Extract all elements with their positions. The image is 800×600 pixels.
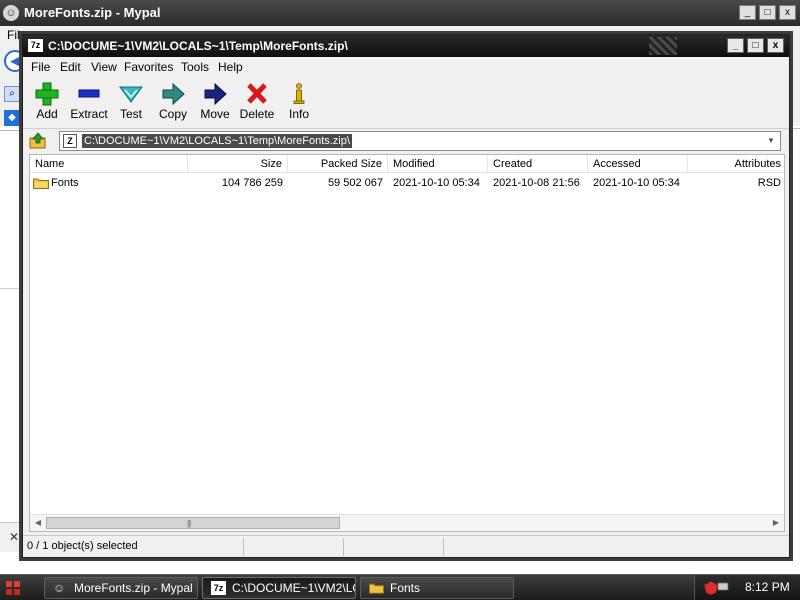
toolbar: Add Extract Test Copy Move Delete Info (23, 78, 789, 126)
address-bar: Z C:\DOCUME~1\VM2\LOCALS~1\Temp\MoreFont… (23, 128, 789, 152)
file-manager-window: 7z C:\DOCUME~1\VM2\LOCALS~1\Temp\MoreFon… (22, 34, 790, 558)
check-chevron-icon (119, 86, 143, 103)
test-button[interactable]: Test (109, 80, 153, 124)
taskbar-item-mypal[interactable]: ☺ MoreFonts.zip - Mypal (44, 577, 198, 599)
7zip-icon: 7z (28, 39, 43, 52)
background-close-icon[interactable]: ✕ (9, 530, 19, 544)
taskbar-item-fonts[interactable]: Fonts (360, 577, 514, 599)
clock[interactable]: 8:12 PM (745, 580, 790, 594)
background-maximize-button[interactable]: □ (759, 5, 776, 20)
background-minimize-button[interactable]: _ (739, 5, 756, 20)
add-button[interactable]: Add (25, 80, 69, 124)
minimize-button[interactable]: _ (727, 38, 744, 53)
column-header-created[interactable]: Created (488, 155, 588, 173)
plus-icon (35, 82, 59, 106)
mypal-icon: ☺ (53, 581, 66, 595)
taskbar-item-label: MoreFonts.zip - Mypal (74, 581, 193, 595)
minus-icon (78, 89, 100, 98)
info-button[interactable]: Info (277, 80, 321, 124)
extract-button[interactable]: Extract (67, 80, 111, 124)
mypal-icon: ☺ (3, 5, 19, 21)
background-search-icon[interactable]: ⌕ (4, 86, 20, 102)
background-window-title: MoreFonts.zip - Mypal (24, 5, 161, 20)
menu-help[interactable]: Help (218, 60, 243, 74)
row-size: 104 786 259 (221, 177, 283, 189)
column-header-name[interactable]: Name (30, 155, 188, 173)
x-icon (247, 83, 267, 104)
scroll-left-icon[interactable]: ◀ (32, 517, 44, 529)
add-label: Add (36, 107, 58, 121)
start-button[interactable] (4, 579, 22, 597)
menu-favorites[interactable]: Favorites (124, 60, 173, 74)
address-field[interactable]: Z C:\DOCUME~1\VM2\LOCALS~1\Temp\MoreFont… (59, 131, 781, 151)
column-header-packed-size[interactable]: Packed Size (288, 155, 388, 173)
folder-icon (369, 583, 384, 594)
extract-label: Extract (70, 107, 108, 121)
status-separator (343, 538, 344, 556)
table-row[interactable]: Fonts 104 786 259 59 502 067 2021-10-10 … (30, 174, 784, 192)
7zip-icon: 7z (211, 581, 226, 595)
network-icon[interactable] (717, 581, 729, 593)
column-header-size[interactable]: Size (188, 155, 288, 173)
copy-button[interactable]: Copy (151, 80, 195, 124)
taskbar-item-label: Fonts (390, 581, 421, 595)
maximize-button[interactable]: □ (747, 38, 764, 53)
horizontal-scrollbar[interactable]: ◀ ||| ▶ (30, 514, 784, 531)
scroll-right-icon[interactable]: ▶ (770, 517, 782, 529)
column-header-accessed[interactable]: Accessed (588, 155, 688, 173)
taskbar-item-label: C:\DOCUME~1\VM2\LO... (232, 581, 355, 595)
file-list-header: Name Size Packed Size Modified Created A… (30, 155, 784, 173)
titlebar-pattern (649, 37, 677, 55)
column-header-modified[interactable]: Modified (388, 155, 488, 173)
info-icon (293, 83, 305, 104)
menu-tools[interactable]: Tools (181, 60, 209, 74)
status-separator (443, 538, 444, 556)
status-separator (243, 538, 244, 556)
info-label: Info (288, 107, 309, 121)
up-folder-icon[interactable] (29, 132, 47, 150)
row-attributes: RSD (757, 177, 781, 189)
background-dropbox-icon[interactable]: ◆ (4, 110, 20, 126)
move-label: Move (200, 107, 230, 121)
background-window-titlebar[interactable]: ☺ MoreFonts.zip - Mypal _ □ x (0, 0, 800, 26)
window-titlebar[interactable]: 7z C:\DOCUME~1\VM2\LOCALS~1\Temp\MoreFon… (23, 35, 789, 57)
taskbar-item-7zip[interactable]: 7z C:\DOCUME~1\VM2\LO... (202, 577, 356, 599)
row-packed-size: 59 502 067 (327, 177, 383, 189)
menu-view[interactable]: View (91, 60, 117, 74)
delete-label: Delete (239, 107, 275, 121)
menu-file[interactable]: File (31, 60, 50, 74)
window-title: C:\DOCUME~1\VM2\LOCALS~1\Temp\MoreFonts.… (48, 39, 348, 53)
address-path[interactable]: C:\DOCUME~1\VM2\LOCALS~1\Temp\MoreFonts.… (82, 134, 352, 148)
arrow-right-icon (162, 82, 185, 106)
arrow-right-icon (204, 82, 227, 106)
file-list: Name Size Packed Size Modified Created A… (29, 154, 785, 532)
row-modified: 2021-10-10 05:34 (393, 177, 480, 189)
menu-edit[interactable]: Edit (60, 60, 81, 74)
column-header-attributes[interactable]: Attributes (688, 155, 784, 173)
taskbar: ☺ MoreFonts.zip - Mypal 7z C:\DOCUME~1\V… (0, 574, 800, 600)
system-tray: 8:12 PM (694, 575, 800, 600)
move-button[interactable]: Move (193, 80, 237, 124)
grip-icon: ||| (187, 519, 191, 528)
test-label: Test (119, 107, 142, 121)
status-bar: 0 / 1 object(s) selected (23, 535, 789, 557)
scrollbar-thumb[interactable]: ||| (46, 517, 340, 529)
row-name: Fonts (51, 177, 79, 189)
zip-archive-icon: Z (63, 134, 77, 148)
row-created: 2021-10-08 21:56 (493, 177, 580, 189)
copy-label: Copy (158, 107, 187, 121)
delete-button[interactable]: Delete (235, 80, 279, 124)
address-dropdown-icon[interactable]: ▼ (764, 134, 778, 148)
close-button[interactable]: x (767, 38, 784, 53)
status-text: 0 / 1 object(s) selected (27, 540, 138, 552)
menu-bar: File Edit View Favorites Tools Help (23, 57, 789, 77)
row-accessed: 2021-10-10 05:34 (593, 177, 680, 189)
background-close-button[interactable]: x (779, 5, 796, 20)
